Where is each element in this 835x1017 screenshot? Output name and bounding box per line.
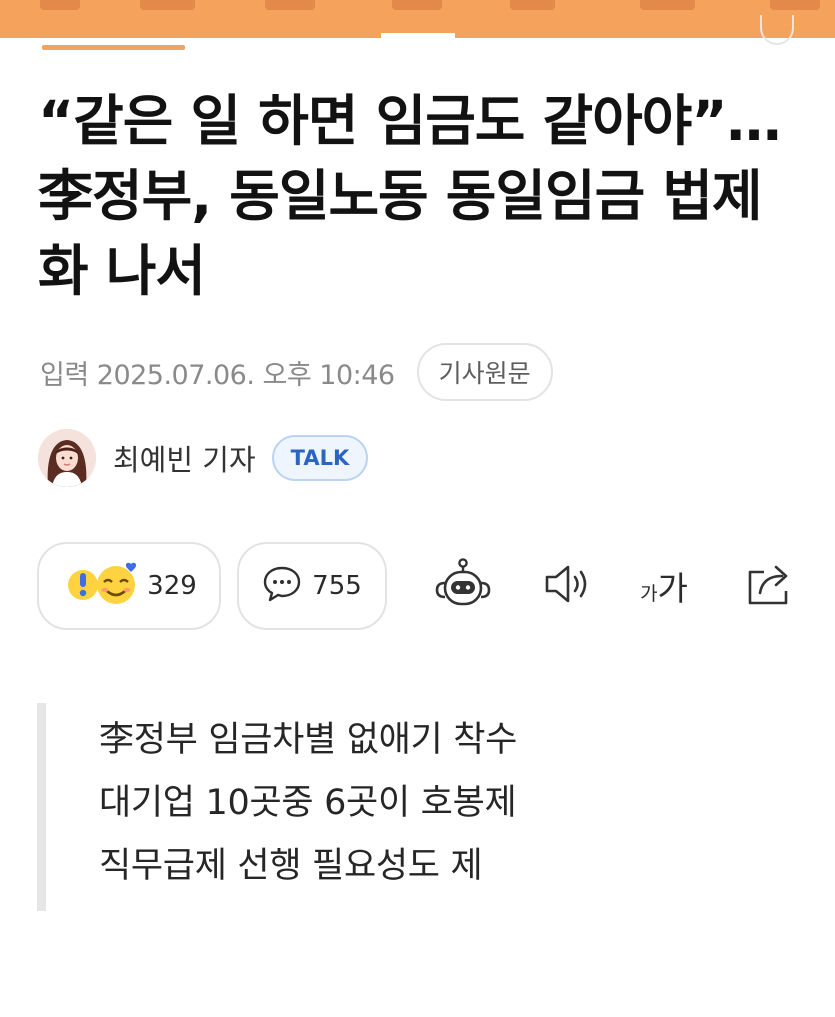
nav-tab-stub[interactable] (640, 0, 695, 10)
comment-count: 755 (312, 571, 362, 601)
share-button[interactable] (739, 556, 799, 616)
author-row: 최예빈 기자 TALK (38, 428, 369, 488)
author-name[interactable]: 최예빈 기자 (113, 437, 256, 479)
article-action-row: 329 755 가 가 (37, 542, 797, 632)
text-to-speech-button[interactable] (537, 556, 597, 616)
nav-tab-stub[interactable] (510, 0, 555, 10)
publish-date: 입력 2025.07.06. 오후 10:46 (40, 359, 395, 391)
author-avatar[interactable] (38, 429, 96, 487)
font-size-button[interactable]: 가 가 (634, 556, 694, 616)
nav-tab-stub[interactable] (392, 0, 442, 10)
comment-button[interactable]: 755 (237, 542, 387, 630)
summary-line: 李정부 임금차별 없애기 착수 (99, 720, 518, 760)
summary-line: 직무급제 선행 필요성도 제 (99, 846, 483, 886)
font-size-large-glyph: 가 (657, 569, 688, 608)
ai-summary-button[interactable] (433, 556, 493, 616)
active-tab-indicator (381, 33, 455, 38)
reaction-count: 329 (147, 571, 197, 601)
reaction-emoji-icon (61, 560, 141, 612)
article-meta: 입력 2025.07.06. 오후 10:46 기사원문 (40, 343, 553, 401)
talk-button[interactable]: TALK (271, 435, 369, 481)
comment-bubble-icon (262, 565, 302, 607)
share-icon (744, 561, 794, 611)
robot-summary-icon (434, 557, 492, 615)
corner-button[interactable] (760, 15, 794, 45)
font-size-small-glyph: 가 (640, 583, 658, 605)
summary-line: 대기업 10곳중 6곳이 호봉제 (99, 783, 517, 823)
nav-tab-stub[interactable] (40, 0, 80, 10)
article-summary-block: 李정부 임금차별 없애기 착수 대기업 10곳중 6곳이 호봉제 직무급제 선행… (37, 703, 737, 911)
top-nav-bar (0, 0, 835, 38)
nav-tab-stub[interactable] (265, 0, 315, 10)
font-size-icon: 가 가 (640, 562, 688, 610)
nav-tab-stub[interactable] (770, 0, 820, 10)
section-underline (42, 45, 185, 50)
speaker-icon (542, 562, 592, 610)
original-article-button[interactable]: 기사원문 (416, 343, 553, 401)
nav-tab-stub[interactable] (140, 0, 195, 10)
article-headline: “같은 일 하면 임금도 같아야”…李정부, 동일노동 동일임금 법제화 나서 (38, 89, 782, 303)
reaction-button[interactable]: 329 (37, 542, 221, 630)
